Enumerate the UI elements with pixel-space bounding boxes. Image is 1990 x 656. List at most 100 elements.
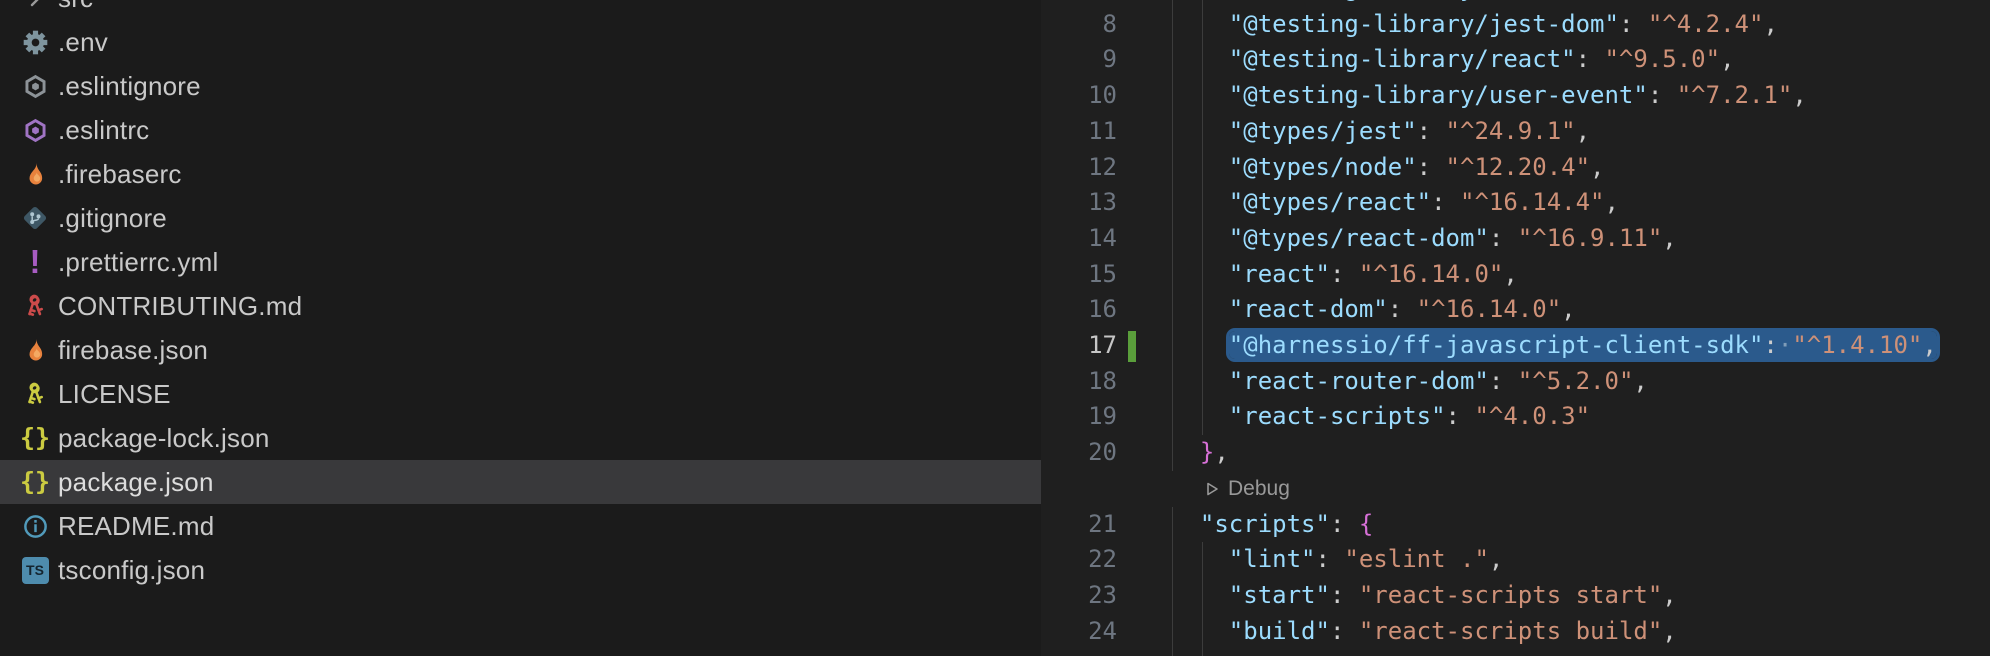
code-text: "@harnessio/ff-javascript-client-sdk":·"… (1171, 328, 1937, 364)
code-line-20[interactable]: 20 }, (1041, 435, 1990, 471)
code-line-8[interactable]: 8 "@testing-library/jest-dom": "^4.2.4", (1041, 7, 1990, 43)
file-row--prettierrc-yml[interactable]: ! .prettierrc.yml (0, 240, 1041, 284)
firebase-icon (20, 159, 50, 189)
line-number[interactable]: 17 (1041, 328, 1117, 364)
line-number[interactable]: 15 (1041, 257, 1117, 293)
braces-icon: {} (20, 467, 50, 497)
code-line-15[interactable]: 15 "react": "^16.14.0", (1041, 257, 1990, 293)
file-row--eslintignore[interactable]: .eslintignore (0, 64, 1041, 108)
file-label: .env (58, 27, 108, 58)
file-row-package-json[interactable]: {} package.json (0, 460, 1041, 504)
folder-row-src[interactable]: src (0, 0, 1041, 20)
file-label: package-lock.json (58, 423, 270, 454)
code-text: "@testing-library/jest-dom": "^4.2.4", (1171, 7, 1778, 43)
code-line-11[interactable]: 11 "@types/jest": "^24.9.1", (1041, 114, 1990, 150)
line-number[interactable]: 20 (1041, 435, 1117, 471)
code-line-22[interactable]: 22 "lint": "eslint .", (1041, 542, 1990, 578)
code-text: }, (1171, 435, 1229, 471)
code-text: "@types/react-dom": "^16.9.11", (1171, 221, 1677, 257)
code-line-17[interactable]: 17 "@harnessio/ff-javascript-client-sdk"… (1041, 328, 1990, 364)
file-label: LICENSE (58, 379, 171, 410)
keys-yellow-icon (20, 379, 50, 409)
line-number[interactable]: 13 (1041, 185, 1117, 221)
code-text: "@types/react": "^16.14.4", (1171, 185, 1619, 221)
info-icon (20, 511, 50, 541)
codelens-label: Debug (1228, 471, 1290, 507)
code-text: "scripts": { (1171, 507, 1373, 543)
ts-icon: TS (20, 555, 50, 585)
file-row--eslintrc[interactable]: .eslintrc (0, 108, 1041, 152)
line-number[interactable]: 14 (1041, 221, 1117, 257)
file-row-tsconfig-json[interactable]: TS tsconfig.json (0, 548, 1041, 592)
file-label: tsconfig.json (58, 555, 205, 586)
file-label: firebase.json (58, 335, 208, 366)
vscode-window: src .env .eslintignore .eslintrc .fireba… (0, 0, 1990, 656)
file-explorer-sidebar: src .env .eslintignore .eslintrc .fireba… (0, 0, 1041, 656)
chevron-icon (20, 0, 50, 13)
codelens-row: Debug (1041, 471, 1990, 507)
file-row-license[interactable]: LICENSE (0, 372, 1041, 416)
file-row-contributing-md[interactable]: CONTRIBUTING.md (0, 284, 1041, 328)
run-triangle-icon (1205, 481, 1220, 497)
code-line-12[interactable]: 12 "@types/node": "^12.20.4", (1041, 150, 1990, 186)
code-text: "lint": "eslint .", (1171, 542, 1503, 578)
code-line-18[interactable]: 18 "react-router-dom": "^5.2.0", (1041, 364, 1990, 400)
exclamation-icon: ! (20, 247, 50, 277)
line-number[interactable]: 22 (1041, 542, 1117, 578)
keys-red-icon (20, 291, 50, 321)
code-line-16[interactable]: 16 "react-dom": "^16.14.0", (1041, 292, 1990, 328)
code-text: "react": "^16.14.0", (1171, 257, 1518, 293)
code-line-23[interactable]: 23 "start": "react-scripts start", (1041, 578, 1990, 614)
code-text: "build": "react-scripts build", (1171, 614, 1677, 650)
code-text: "@testing-library/dom": "^6.16.0", (1171, 0, 1720, 7)
file-row--firebaserc[interactable]: .firebaserc (0, 152, 1041, 196)
debug-codelens-link[interactable]: Debug (1205, 471, 1290, 507)
file-label: README.md (58, 511, 214, 542)
line-number[interactable]: 19 (1041, 399, 1117, 435)
selected-text: "@harnessio/ff-javascript-client-sdk":·"… (1229, 331, 1937, 359)
code-line-21[interactable]: 21 "scripts": { (1041, 507, 1990, 543)
file-row--env[interactable]: .env (0, 20, 1041, 64)
file-row-readme-md[interactable]: README.md (0, 504, 1041, 548)
code-line-9[interactable]: 9 "@testing-library/react": "^9.5.0", (1041, 42, 1990, 78)
line-number[interactable]: 24 (1041, 614, 1117, 650)
file-row--gitignore[interactable]: .gitignore (0, 196, 1041, 240)
firebase-icon (20, 335, 50, 365)
line-number[interactable]: 7 (1041, 0, 1117, 7)
file-row-firebase-json[interactable]: firebase.json (0, 328, 1041, 372)
line-number[interactable]: 9 (1041, 42, 1117, 78)
line-number[interactable]: 16 (1041, 292, 1117, 328)
code-text: "@testing-library/user-event": "^7.2.1", (1171, 78, 1807, 114)
line-number[interactable]: 12 (1041, 150, 1117, 186)
code-text: "@testing-library/react": "^9.5.0", (1171, 42, 1735, 78)
git-icon (20, 203, 50, 233)
file-row-package-lock-json[interactable]: {} package-lock.json (0, 416, 1041, 460)
code-line-13[interactable]: 13 "@types/react": "^16.14.4", (1041, 185, 1990, 221)
line-number[interactable]: 11 (1041, 114, 1117, 150)
code-text: "react-scripts": "^4.0.3" (1171, 399, 1590, 435)
file-label: .prettierrc.yml (58, 247, 218, 278)
code-line-19[interactable]: 19 "react-scripts": "^4.0.3" (1041, 399, 1990, 435)
file-label: .eslintignore (58, 71, 201, 102)
braces-icon: {} (20, 423, 50, 453)
file-label: package.json (58, 467, 214, 498)
code-line-14[interactable]: 14 "@types/react-dom": "^16.9.11", (1041, 221, 1990, 257)
code-text: "react-dom": "^16.14.0", (1171, 292, 1576, 328)
code-line-24[interactable]: 24 "build": "react-scripts build", (1041, 614, 1990, 650)
file-label: src (58, 0, 93, 14)
eslint-gray-icon (20, 71, 50, 101)
git-added-gutter-indicator (1128, 331, 1136, 362)
line-number[interactable]: 23 (1041, 578, 1117, 614)
eslint-purple-icon (20, 115, 50, 145)
gear-icon (20, 27, 50, 57)
line-number[interactable]: 10 (1041, 78, 1117, 114)
line-number[interactable]: 18 (1041, 364, 1117, 400)
code-text: "@types/jest": "^24.9.1", (1171, 114, 1590, 150)
code-text: "start": "react-scripts start", (1171, 578, 1677, 614)
line-number[interactable]: 21 (1041, 507, 1117, 543)
code-editor[interactable]: 7 "@testing-library/dom": "^6.16.0",8 "@… (1041, 0, 1990, 656)
file-label: .eslintrc (58, 115, 149, 146)
code-text: "react-router-dom": "^5.2.0", (1171, 364, 1648, 400)
code-line-10[interactable]: 10 "@testing-library/user-event": "^7.2.… (1041, 78, 1990, 114)
line-number[interactable]: 8 (1041, 7, 1117, 43)
